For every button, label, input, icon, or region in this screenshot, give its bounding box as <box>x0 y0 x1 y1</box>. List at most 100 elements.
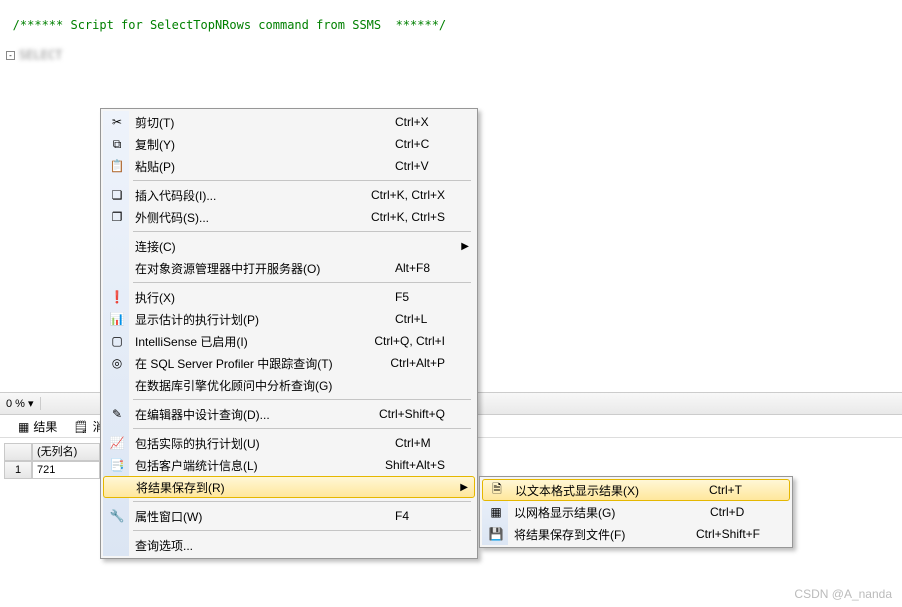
results-grid-icon: ▦ <box>488 504 504 520</box>
menu-item-label: 粘贴(P) <box>135 158 355 175</box>
sql-comment: /****** Script for SelectTopNRows comman… <box>13 18 446 32</box>
menu-item-label: 包括客户端统计信息(L) <box>135 457 345 474</box>
watermark: CSDN @A_nanda <box>794 587 892 601</box>
menu-item[interactable]: ❏ 插入代码段(I)...Ctrl+K, Ctrl+X <box>103 184 475 206</box>
menu-item-label: 以文本格式显示结果(X) <box>515 482 669 499</box>
menu-item[interactable]: ❐ 外侧代码(S)...Ctrl+K, Ctrl+S <box>103 206 475 228</box>
menu-item-shortcut: Ctrl+X <box>355 115 445 129</box>
menu-item-label: 将结果保存到文件(F) <box>514 526 656 543</box>
menu-item-shortcut: Ctrl+L <box>355 312 445 326</box>
menu-item[interactable]: ◎ 在 SQL Server Profiler 中跟踪查询(T)Ctrl+Alt+… <box>103 352 475 374</box>
blank-icon <box>110 479 126 495</box>
menu-item-shortcut: Ctrl+V <box>355 159 445 173</box>
menu-item-label: 属性窗口(W) <box>135 508 355 525</box>
menu-item-shortcut: Shift+Alt+S <box>345 458 445 472</box>
menu-item[interactable]: ✂ 剪切(T)Ctrl+X <box>103 111 475 133</box>
submenu-arrow-icon: ▶ <box>460 482 468 493</box>
menu-item-shortcut: Ctrl+T <box>669 483 759 497</box>
menu-item-label: 在数据库引擎优化顾问中分析查询(G) <box>135 377 355 394</box>
zoom-indicator[interactable]: 0 % ▾ <box>0 397 41 410</box>
menu-item-shortcut: F4 <box>355 509 445 523</box>
menu-item[interactable]: 📑 包括客户端统计信息(L)Shift+Alt+S <box>103 454 475 476</box>
menu-item[interactable]: 将结果保存到(R) ▶ <box>103 476 475 498</box>
fold-toggle[interactable]: - <box>6 51 15 60</box>
menu-item[interactable]: 📈 包括实际的执行计划(U)Ctrl+M <box>103 432 475 454</box>
menu-separator <box>133 501 471 502</box>
profiler-icon: ◎ <box>109 355 125 371</box>
menu-item[interactable]: ⧉ 复制(Y)Ctrl+C <box>103 133 475 155</box>
menu-item-label: 剪切(T) <box>135 114 355 131</box>
blank-icon <box>109 238 125 254</box>
cut-icon: ✂ <box>109 114 125 130</box>
row-header-blank <box>4 443 32 461</box>
menu-item[interactable]: 🔧 属性窗口(W)F4 <box>103 505 475 527</box>
blank-icon <box>109 537 125 553</box>
sql-editor[interactable]: /****** Script for SelectTopNRows comman… <box>0 0 902 55</box>
results-text-icon: 🗎 <box>489 482 505 498</box>
plan-est-icon: 📊 <box>109 311 125 327</box>
menu-separator <box>133 180 471 181</box>
menu-item-label: 插入代码段(I)... <box>135 187 331 204</box>
menu-item-shortcut: Ctrl+K, Ctrl+X <box>331 188 445 202</box>
menu-item-shortcut: Alt+F8 <box>355 261 445 275</box>
menu-item-label: 外侧代码(S)... <box>135 209 331 226</box>
actual-plan-icon: 📈 <box>109 435 125 451</box>
menu-item-shortcut: Ctrl+M <box>355 436 445 450</box>
menu-item-shortcut: Ctrl+Shift+Q <box>339 407 445 421</box>
snippet-icon: ❏ <box>109 187 125 203</box>
designer-icon: ✎ <box>109 406 125 422</box>
menu-item-label: IntelliSense 已启用(I) <box>135 333 334 350</box>
grid-icon: ▦ <box>18 420 29 434</box>
menu-item[interactable]: 📋 粘贴(P)Ctrl+V <box>103 155 475 177</box>
menu-item-label: 以网格显示结果(G) <box>514 504 670 521</box>
menu-item[interactable]: ✎ 在编辑器中设计查询(D)...Ctrl+Shift+Q <box>103 403 475 425</box>
menu-item-label: 在编辑器中设计查询(D)... <box>135 406 339 423</box>
menu-separator <box>133 399 471 400</box>
menu-separator <box>133 282 471 283</box>
row-number: 1 <box>4 461 32 479</box>
results-file-icon: 💾 <box>488 526 504 542</box>
menu-item[interactable]: ▢ IntelliSense 已启用(I)Ctrl+Q, Ctrl+I <box>103 330 475 352</box>
menu-item-label: 复制(Y) <box>135 136 355 153</box>
copy-icon: ⧉ <box>109 136 125 152</box>
surround-icon: ❐ <box>109 209 125 225</box>
menu-item-shortcut: F5 <box>355 290 445 304</box>
menu-item[interactable]: 在对象资源管理器中打开服务器(O)Alt+F8 <box>103 257 475 279</box>
blank-icon <box>109 260 125 276</box>
menu-item[interactable]: 查询选项... <box>103 534 475 556</box>
menu-item-shortcut: Ctrl+K, Ctrl+S <box>331 210 445 224</box>
menu-item[interactable]: ❗ 执行(X)F5 <box>103 286 475 308</box>
menu-item[interactable]: 📊显示估计的执行计划(P)Ctrl+L <box>103 308 475 330</box>
menu-item-shortcut: Ctrl+D <box>670 505 760 519</box>
menu-item-label: 在 SQL Server Profiler 中跟踪查询(T) <box>135 355 350 372</box>
save-results-submenu[interactable]: 🗎 以文本格式显示结果(X)Ctrl+T ▦ 以网格显示结果(G)Ctrl+D 💾 将结果… <box>479 476 793 548</box>
menu-item[interactable]: ▦ 以网格显示结果(G)Ctrl+D <box>482 501 790 523</box>
menu-item[interactable]: 连接(C)▶ <box>103 235 475 257</box>
menu-item[interactable]: 🗎 以文本格式显示结果(X)Ctrl+T <box>482 479 790 501</box>
messages-icon: 🗒 <box>73 420 88 434</box>
blank-icon <box>109 377 125 393</box>
menu-item-label: 将结果保存到(R) <box>136 479 354 496</box>
menu-item-shortcut: Ctrl+Alt+P <box>350 356 445 370</box>
tab-results[interactable]: ▦ 结果 <box>10 416 65 437</box>
intellisense-icon: ▢ <box>109 333 125 349</box>
menu-item-label: 在对象资源管理器中打开服务器(O) <box>135 260 355 277</box>
menu-separator <box>133 428 471 429</box>
menu-item-label: 包括实际的执行计划(U) <box>135 435 355 452</box>
cell-value[interactable]: 721 <box>32 461 100 479</box>
properties-icon: 🔧 <box>109 508 125 524</box>
client-stats-icon: 📑 <box>109 457 125 473</box>
context-menu[interactable]: ✂ 剪切(T)Ctrl+X ⧉ 复制(Y)Ctrl+C 📋 粘贴(P)Ctrl+V ❏ 插入代… <box>100 108 478 559</box>
menu-item-shortcut: Ctrl+C <box>355 137 445 151</box>
menu-item-shortcut: Ctrl+Q, Ctrl+I <box>334 334 445 348</box>
menu-item[interactable]: 💾 将结果保存到文件(F)Ctrl+Shift+F <box>482 523 790 545</box>
menu-item-label: 查询选项... <box>135 537 355 554</box>
column-header[interactable]: (无列名) <box>32 443 100 461</box>
menu-separator <box>133 530 471 531</box>
execute-icon: ❗ <box>109 289 125 305</box>
menu-item[interactable]: 在数据库引擎优化顾问中分析查询(G) <box>103 374 475 396</box>
menu-item-shortcut: Ctrl+Shift+F <box>656 527 760 541</box>
menu-item-label: 执行(X) <box>135 289 355 306</box>
paste-icon: 📋 <box>109 158 125 174</box>
submenu-arrow-icon: ▶ <box>461 241 469 252</box>
